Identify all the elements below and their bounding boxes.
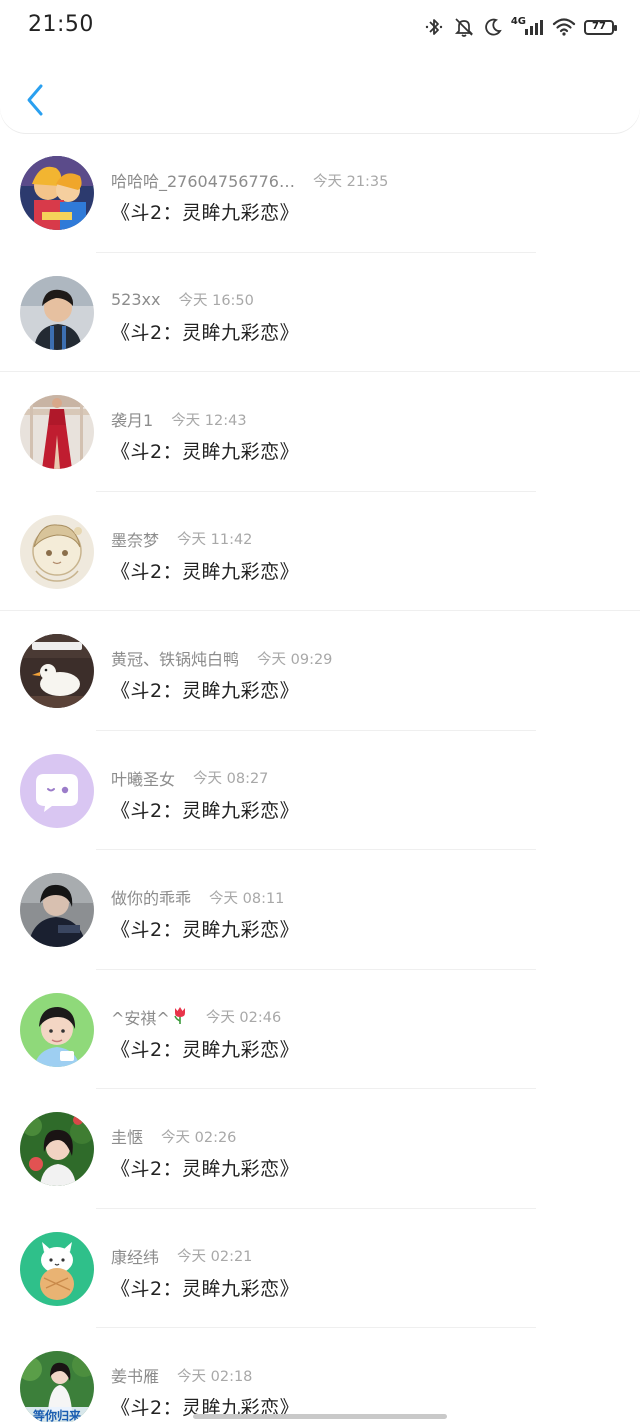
status-icons: 4G 77 — [423, 14, 617, 40]
sender-line: ^安祺^ 今天 02:46 — [111, 1006, 281, 1028]
girl-leaves-avatar[interactable] — [20, 1112, 94, 1186]
list-item[interactable]: 圭惬 今天 02:26 《斗2：灵眸九彩恋》 — [0, 1089, 640, 1209]
message-text: 《斗2：灵眸九彩恋》 — [111, 799, 300, 822]
sender-line: 康经纬 今天 02:21 — [111, 1245, 252, 1267]
message-time: 今天 08:27 — [193, 771, 269, 787]
status-bar: 21:50 4G 77 — [0, 0, 640, 52]
sender-line: 黄冠、铁锅炖白鸭 今天 09:29 — [111, 647, 332, 669]
list-item[interactable]: 黄冠、铁锅炖白鸭 今天 09:29 《斗2：灵眸九彩恋》 — [0, 611, 640, 731]
sender-line: 做你的乖乖 今天 08:11 — [111, 886, 284, 908]
list-item[interactable]: 做你的乖乖 今天 08:11 《斗2：灵眸九彩恋》 — [0, 850, 640, 970]
message-time: 今天 02:18 — [177, 1368, 253, 1385]
duck-avatar[interactable] — [20, 634, 94, 708]
list-item[interactable]: 袭月1 今天 12:43 《斗2：灵眸九彩恋》 — [0, 372, 640, 492]
message-time: 今天 02:26 — [161, 1129, 237, 1146]
message-text: 《斗2：灵眸九彩恋》 — [111, 202, 300, 224]
mute-icon — [453, 15, 475, 39]
sender-line: 叶曦圣女 今天 08:27 — [111, 767, 268, 789]
message-list: 哈哈哈_27604756776… 今天 21:35 《斗2：灵眸九彩恋》 523… — [0, 133, 640, 1422]
sender-line: 圭惬 今天 02:26 — [111, 1125, 236, 1147]
message-time: 今天 02:46 — [205, 1010, 282, 1026]
list-item[interactable]: 墨奈梦 今天 11:42 《斗2：灵眸九彩恋》 — [0, 492, 640, 611]
message-text: 《斗2：灵眸九彩恋》 — [111, 1158, 300, 1180]
sender-name[interactable]: 523xx — [111, 290, 160, 309]
sender-name[interactable]: 黄冠、铁锅炖白鸭 — [111, 646, 239, 670]
anime-girl-sketch-avatar[interactable] — [20, 514, 94, 589]
network-type: 4G — [510, 15, 526, 27]
boy-photo-avatar[interactable] — [20, 275, 94, 350]
bluetooth-icon — [423, 15, 445, 39]
message-time: 今天 12:43 — [171, 412, 247, 429]
sender-name[interactable]: 康经纬 — [111, 1244, 159, 1268]
message-time: 今天 16:50 — [178, 293, 254, 309]
message-text: 《斗2：灵眸九彩恋》 — [111, 1277, 300, 1300]
dark-portrait-avatar[interactable] — [20, 873, 94, 947]
sender-line: 墨奈梦 今天 11:42 — [111, 528, 252, 550]
message-text: 《斗2：灵眸九彩恋》 — [111, 680, 300, 702]
list-item[interactable]: 等你归来 姜书雁 今天 02:18 《斗2：灵眸九彩恋》 — [0, 1328, 640, 1422]
chevron-left-icon — [27, 84, 43, 116]
list-item[interactable]: 523xx 今天 16:50 《斗2：灵眸九彩恋》 — [0, 253, 640, 372]
back-button[interactable] — [20, 80, 50, 120]
sender-name[interactable]: ^安祺^ — [111, 1005, 170, 1029]
list-item[interactable]: 叶曦圣女 今天 08:27 《斗2：灵眸九彩恋》 — [0, 731, 640, 850]
moon-icon — [483, 15, 503, 39]
wifi-icon — [552, 15, 576, 39]
battery-icon: 77 — [584, 15, 617, 39]
sender-line: 姜书雁 今天 02:18 — [111, 1364, 252, 1386]
status-time: 21:50 — [28, 12, 94, 37]
sender-line: 哈哈哈_27604756776… 今天 21:35 — [111, 169, 388, 191]
message-text: 《斗2：灵眸九彩恋》 — [111, 919, 300, 941]
signal-icon: 4G — [511, 15, 544, 39]
message-time: 今天 21:35 — [312, 173, 389, 190]
list-item[interactable]: ^安祺^ 今天 02:46 《斗2：灵眸九彩恋》 — [0, 970, 640, 1089]
message-time: 今天 02:21 — [177, 1249, 253, 1265]
sender-name[interactable]: 做你的乖乖 — [111, 885, 191, 909]
avatar-caption: 等你归来 — [32, 1408, 82, 1422]
sender-name[interactable]: 袭月1 — [111, 407, 153, 431]
message-time: 今天 08:11 — [209, 890, 285, 907]
default-chat-avatar[interactable] — [20, 753, 94, 828]
sender-name[interactable]: 圭惬 — [111, 1124, 143, 1148]
sender-name[interactable]: 墨奈梦 — [111, 527, 159, 551]
top-header: 21:50 4G 77 — [0, 0, 640, 133]
boy-green-avatar[interactable] — [20, 992, 94, 1067]
message-text: 《斗2：灵眸九彩恋》 — [111, 560, 300, 583]
sender-name[interactable]: 姜书雁 — [111, 1363, 159, 1387]
message-text: 《斗2：灵眸九彩恋》 — [111, 1038, 300, 1061]
anime-couple-avatar[interactable] — [20, 156, 94, 230]
message-time: 今天 09:29 — [257, 651, 333, 668]
cartoon-cat-avatar[interactable] — [20, 1231, 94, 1306]
list-item[interactable]: 康经纬 今天 02:21 《斗2：灵眸九彩恋》 — [0, 1209, 640, 1328]
tulip-icon — [172, 1005, 188, 1029]
waiting-girl-avatar[interactable]: 等你归来 — [20, 1351, 94, 1422]
message-time: 今天 11:42 — [177, 532, 253, 548]
battery-level: 77 — [592, 21, 606, 32]
red-dress-avatar[interactable] — [20, 395, 94, 469]
sender-line: 523xx 今天 16:50 — [111, 289, 254, 311]
message-text: 《斗2：灵眸九彩恋》 — [111, 441, 300, 463]
phone-screen: 21:50 4G 77 哈哈哈_27604756776… 今天 21:35 《斗… — [0, 0, 640, 1422]
sender-name[interactable]: 哈哈哈_27604756776… — [111, 168, 295, 192]
sender-name[interactable]: 叶曦圣女 — [111, 766, 175, 790]
list-item[interactable]: 哈哈哈_27604756776… 今天 21:35 《斗2：灵眸九彩恋》 — [0, 133, 640, 253]
home-indicator[interactable] — [193, 1414, 447, 1419]
sender-line: 袭月1 今天 12:43 — [111, 408, 247, 430]
message-text: 《斗2：灵眸九彩恋》 — [111, 321, 300, 344]
